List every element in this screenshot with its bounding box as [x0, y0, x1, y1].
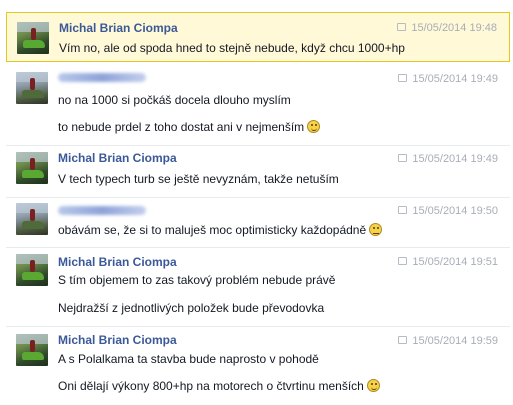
avatar[interactable] — [16, 152, 48, 184]
timestamp[interactable]: 15/05/2014 19:50 — [398, 205, 498, 217]
message-text: V tech typech turb se ještě nevyznám, ta… — [58, 172, 339, 186]
author-name[interactable]: Michal Brian Ciompa — [58, 333, 177, 347]
message-text-with-emoji: Oni dělají výkony 800+hp na motorech o č… — [58, 379, 380, 393]
smile-emoji-icon — [307, 120, 321, 133]
message-text: Nejdražší z jednotlivých položek bude př… — [58, 301, 325, 315]
timestamp[interactable]: 15/05/2014 19:59 — [398, 335, 498, 347]
message-text-with-emoji: obávám se, že si to maluješ moc optimist… — [58, 223, 383, 237]
author-name-blurred — [58, 73, 146, 82]
comment-bubble-icon — [398, 206, 408, 214]
cut-off-previous-message — [0, 0, 513, 6]
message-text: no na 1000 si počkáš docela dlouho myslí… — [58, 93, 291, 107]
smile-emoji-icon — [366, 379, 380, 392]
message-text: S tím objemem to zas takový problém nebu… — [58, 273, 336, 287]
smile-emoji-icon — [369, 223, 383, 236]
message-item: Michal Brian Ciompa 15/05/2014 19:48 Vím… — [6, 12, 510, 62]
comment-bubble-icon — [398, 154, 408, 162]
timestamp[interactable]: 15/05/2014 19:51 — [398, 256, 498, 268]
comment-bubble-icon — [397, 23, 407, 31]
avatar[interactable] — [16, 203, 48, 235]
avatar[interactable] — [17, 22, 49, 54]
message-text: Vím no, ale od spoda hned to stejně nebu… — [59, 41, 405, 55]
message-item: 15/05/2014 19:49 no na 1000 si počkáš do… — [6, 64, 510, 144]
message-item: Michal Brian Ciompa 15/05/2014 19:51 S t… — [6, 247, 510, 326]
message-text-with-emoji: to nebude prdel z toho dostat ani v nejm… — [58, 120, 321, 134]
timestamp[interactable]: 15/05/2014 19:49 — [398, 73, 498, 85]
avatar[interactable] — [16, 254, 48, 286]
avatar[interactable] — [16, 334, 48, 366]
comment-bubble-icon — [398, 336, 408, 344]
author-name[interactable]: Michal Brian Ciompa — [58, 255, 177, 269]
message-item: Michal Brian Ciompa 15/05/2014 19:59 A s… — [6, 326, 510, 405]
timestamp[interactable]: 15/05/2014 19:48 — [397, 22, 497, 34]
comment-bubble-icon — [398, 74, 408, 82]
timestamp[interactable]: 15/05/2014 19:49 — [398, 153, 498, 165]
author-name[interactable]: Michal Brian Ciompa — [59, 21, 178, 35]
message-item: 15/05/2014 19:50 obávám se, že si to mal… — [6, 197, 510, 247]
message-text: A s Polalkama ta stavba bude naprosto v … — [58, 352, 319, 366]
comment-bubble-icon — [398, 257, 408, 265]
message-item: Michal Brian Ciompa 15/05/2014 19:49 V t… — [6, 145, 510, 197]
author-name[interactable]: Michal Brian Ciompa — [58, 151, 177, 165]
author-name-blurred — [58, 206, 146, 215]
avatar[interactable] — [16, 72, 48, 104]
